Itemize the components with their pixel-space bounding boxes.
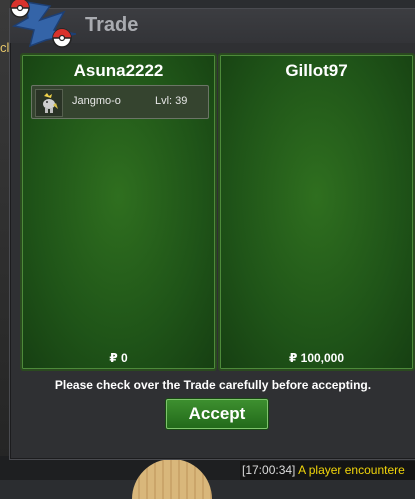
pokeball-logo-icon [10, 0, 76, 48]
trade-warning: Please check over the Trade carefully be… [54, 378, 372, 392]
player-name: Asuna2222 [73, 61, 164, 80]
player-name: Gillot97 [285, 61, 348, 80]
chat-timestamp: [17:00:34] [242, 463, 296, 477]
money-offer: ₽ 100,000 [288, 351, 345, 365]
trade-panel-self: Asuna2222 Jangmo-o Lvl: 39 ₽ 0 [20, 53, 217, 371]
window-title: Trade [85, 14, 139, 36]
money-offer: ₽ 0 [109, 351, 128, 365]
accept-button[interactable]: Accept [166, 399, 268, 429]
trade-panel-partner: Gillot97 ₽ 100,000 [218, 53, 415, 371]
pokemon-sprite-icon [35, 89, 63, 117]
chat-line: [17:00:34] A player encountere [240, 461, 415, 480]
trade-window: Trade Asuna2222 Jangmo-o Lvl: 39 ₽ 0 Gil… [9, 8, 415, 460]
trade-item[interactable]: Jangmo-o Lvl: 39 [31, 85, 209, 119]
pokemon-level: Lvl: 39 [155, 95, 188, 107]
chat-message: A player encountere [298, 463, 405, 477]
pokemon-name: Jangmo-o [72, 95, 121, 107]
